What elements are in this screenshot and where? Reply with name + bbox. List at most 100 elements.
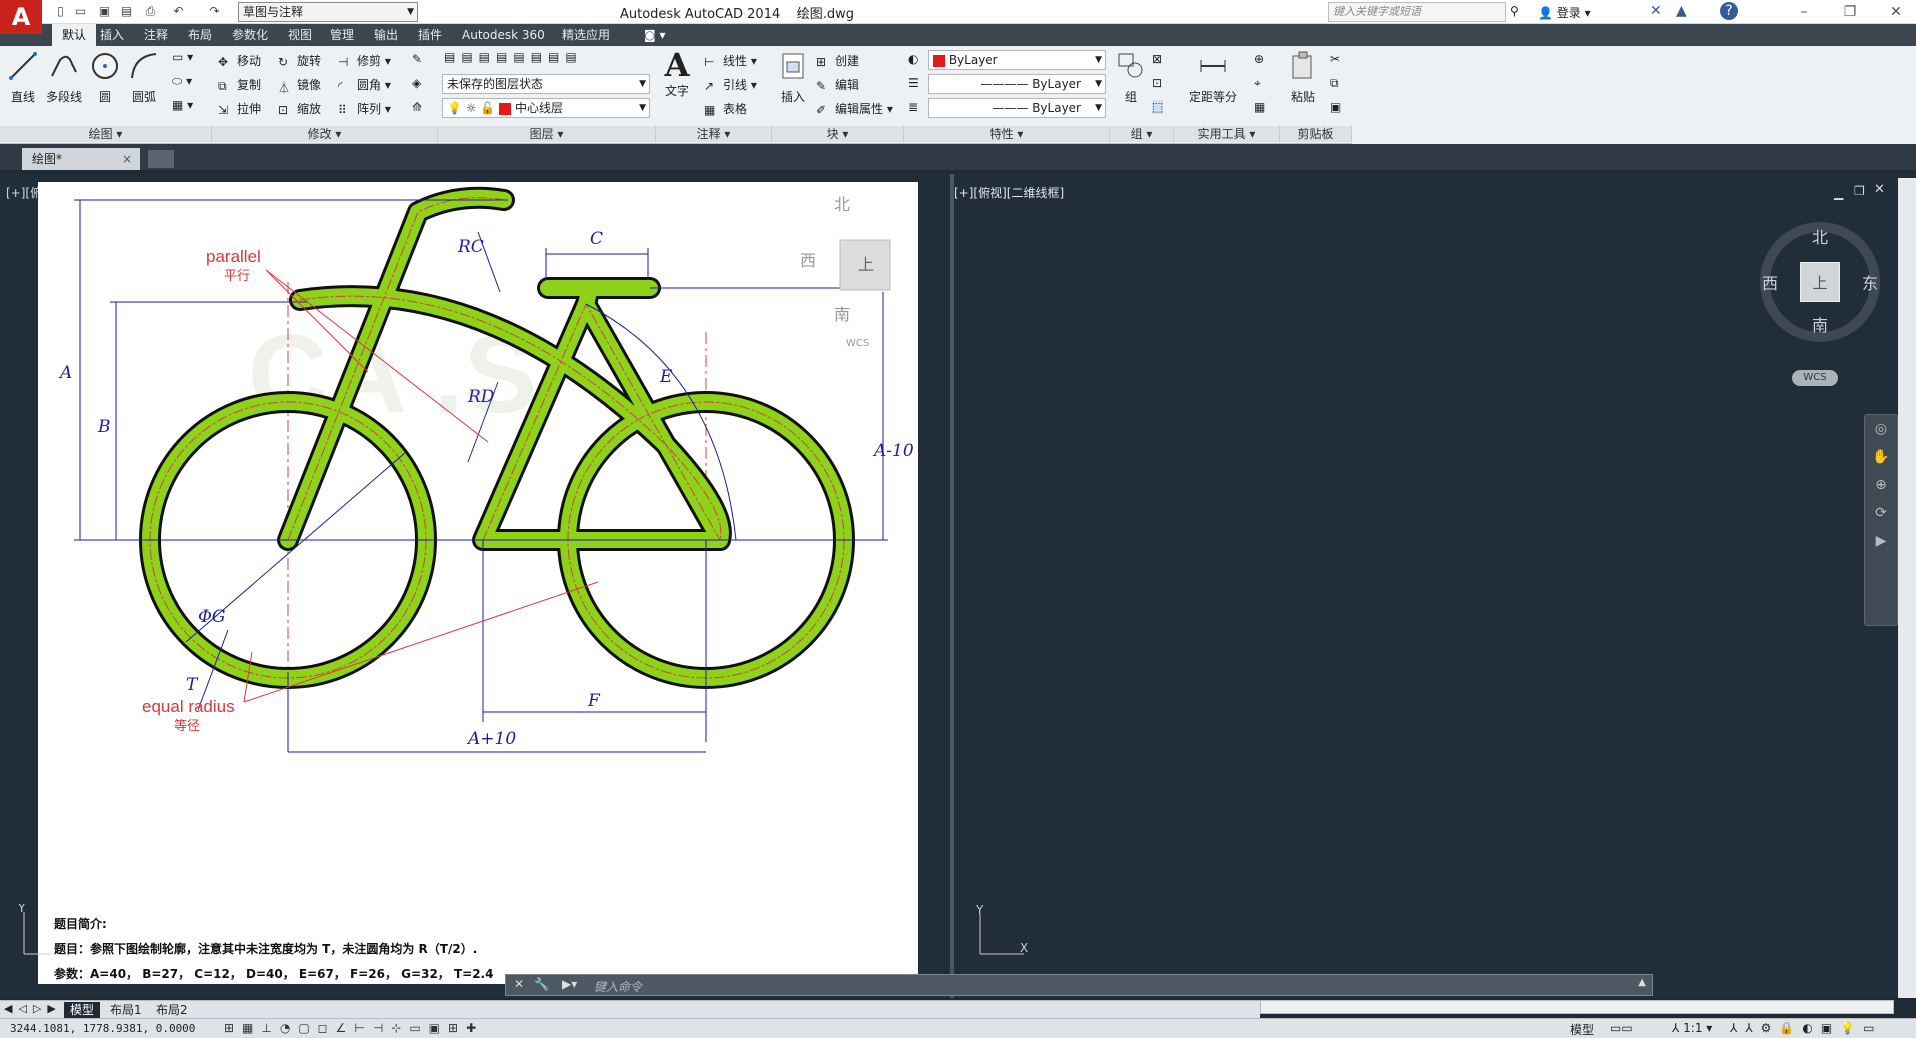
rotate-tool[interactable]: ↻ 旋转 [278,52,321,69]
edit-attr-tool[interactable]: ✐ 编辑属性 ▾ [816,100,893,117]
minimize-button[interactable]: – [1790,2,1818,22]
ellipse-icon[interactable]: ⬭ ▾ [172,74,192,89]
undo-icon[interactable]: ↶ [170,3,187,20]
viewcube-north[interactable]: 北 [1812,224,1828,248]
linear-dim-tool[interactable]: ⊢ 线性 ▾ [704,52,757,69]
viewport-minimize-icon[interactable]: ▁ [1834,186,1843,200]
coordinates-readout[interactable]: 3244.1081, 1778.9381, 0.0000 [10,1022,195,1035]
insert-block-tool[interactable]: 插入 [776,50,810,105]
tab-featured-apps[interactable]: 精选应用 [552,24,620,46]
drafting-toggles[interactable]: ⊞▦⊥◔▢◻∠⊢⊣⊹▭▣⊞✚ [224,1021,484,1035]
match-properties-icon[interactable]: ◐ [908,52,918,66]
annotation-scale[interactable]: ⅄ 1:1 ▾ [1672,1021,1712,1035]
erase-icon[interactable]: ✎ [412,52,422,66]
save-as-icon[interactable]: ▤ [118,3,135,20]
tab-insert[interactable]: 插入 [90,24,134,46]
tab-autodesk360[interactable]: Autodesk 360 [452,24,555,46]
autocad-logo[interactable]: A [0,0,42,34]
horizontal-scrollbar[interactable] [1260,1000,1894,1014]
calculator-icon[interactable]: ▦ [1254,100,1265,114]
vertical-scrollbar[interactable] [1898,178,1916,998]
navigation-bar[interactable]: ◎ ✋ ⊕ ⟳ ▶ [1864,414,1898,626]
binoculars-icon[interactable]: ⚲ [1510,4,1519,18]
lineweight-dropdown[interactable]: ——— ByLayer ▼ [928,98,1106,118]
tab-layout2[interactable]: 布局2 [150,1002,194,1018]
panel-groups[interactable]: 组 ▾ [1110,126,1174,142]
viewcube[interactable]: 上 北 南 西 东 [1760,222,1880,342]
search-input[interactable]: 键入关键字或短语 [1328,2,1506,22]
layout-quickview-icon[interactable]: ▭▭ [1610,1021,1633,1035]
showmotion-icon[interactable]: ▶ [1865,527,1897,555]
command-line[interactable]: ✕ 🔧 ▶▾ 键入命令 ▲ [505,974,1653,996]
linetype-dropdown[interactable]: ———— ByLayer ▼ [928,74,1106,94]
command-history-icon[interactable]: ▲ [1638,977,1646,988]
new-tab-button[interactable] [148,150,174,168]
camera-icon[interactable]: ◙ ▾ [634,24,675,46]
wcs-menu[interactable]: WCS [1792,370,1838,386]
tab-view[interactable]: 视图 [278,24,322,46]
stretch-tool[interactable]: ⇲ 拉伸 [218,100,261,117]
tab-plugins[interactable]: 插件 [408,24,452,46]
trim-tool[interactable]: ⊣ 修剪 ▾ [338,52,391,69]
close-icon[interactable]: × [122,148,132,170]
tab-model[interactable]: 模型 [64,1002,101,1018]
tab-manage[interactable]: 管理 [320,24,364,46]
viewport-left-label[interactable]: [+][俯 [6,184,42,201]
panel-modify[interactable]: 修改 ▾ [212,126,438,142]
tab-output[interactable]: 输出 [364,24,408,46]
group-edit-icon[interactable]: ⊡ [1152,76,1162,90]
panel-draw[interactable]: 绘图 ▾ [0,126,212,142]
print-icon[interactable]: ⎙ [142,3,159,20]
measure-tool[interactable]: 定距等分 [1186,50,1240,105]
save-icon[interactable]: ▣ [96,3,113,20]
pan-icon[interactable]: ✋ [1865,443,1897,471]
viewport-left[interactable]: [+][俯 CA .S A B C RC RD E F ΦG T A-10 A+… [0,174,952,998]
panel-properties[interactable]: 特性 ▾ [904,126,1110,142]
mirror-tool[interactable]: ⏃ 镜像 [278,76,321,95]
new-file-icon[interactable]: ▯ [52,3,69,20]
login-button[interactable]: 👤 登录 ▾ [1538,4,1591,21]
color-dropdown[interactable]: ByLayer ▼ [928,50,1106,70]
tab-layout[interactable]: 布局 [178,24,222,46]
close-icon[interactable]: ✕ [514,977,524,991]
model-space-button[interactable]: 模型 [1570,1021,1594,1038]
status-tray-icons[interactable]: ⅄⅄⚙🔒◐▣💡▭ [1730,1021,1882,1035]
restore-button[interactable]: ❐ [1836,2,1864,22]
command-input[interactable]: 键入命令 [594,978,642,995]
panel-layers[interactable]: 图层 ▾ [438,126,656,142]
layer-dropdown[interactable]: 💡 ☼ 🔓 中心线层 ▼ [442,98,650,118]
line-tool[interactable]: 直线 [4,50,42,105]
scale-tool[interactable]: ⊡ 缩放 [278,100,321,117]
group-tool[interactable]: 组 [1114,50,1148,105]
hatch-icon[interactable]: ▦ ▾ [172,98,193,112]
circle-tool[interactable]: 圆 [88,50,122,105]
workspace-selector[interactable]: 草图与注释 ▼ [238,2,418,22]
edit-block-tool[interactable]: ✎ 编辑 [816,76,859,93]
viewcube-top-face[interactable]: 上 [1800,262,1840,302]
viewport-restore-icon[interactable]: ❐ [1854,184,1865,198]
layer-state-dropdown[interactable]: 未保存的图层状态 ▼ [442,74,650,94]
autodesk-icon[interactable]: ▲ [1676,3,1687,19]
copy-tool[interactable]: ⧉ 复制 [218,76,261,93]
viewport-right[interactable]: [+][俯视][二维线框] ▁ ❐ ✕ 上 北 南 西 东 WCS YX [954,174,1916,998]
quick-select-icon[interactable]: ⊕ [1254,52,1264,66]
id-point-icon[interactable]: ⌖ [1254,76,1261,91]
array-tool[interactable]: ⠿ 阵列 ▾ [338,100,391,117]
redo-icon[interactable]: ↷ [206,3,223,20]
explode-icon[interactable]: ◈ [412,76,421,90]
layer-tools-row[interactable]: ▤▤▤▤▤▤▤▤ [444,50,583,64]
tab-annotate[interactable]: 注释 [134,24,178,46]
wrench-icon[interactable]: 🔧 [534,977,549,991]
panel-utilities[interactable]: 实用工具 ▾ [1174,126,1280,142]
match-clip-icon[interactable]: ▣ [1330,100,1341,114]
move-tool[interactable]: ✥ 移动 [218,52,261,69]
viewport-right-label[interactable]: [+][俯视][二维线框] [954,184,1064,201]
paste-tool[interactable]: 粘贴 [1286,50,1320,105]
viewport-close-icon[interactable]: ✕ [1874,182,1885,197]
close-button[interactable]: ✕ [1882,2,1910,22]
arc-tool[interactable]: 圆弧 [126,50,162,105]
viewcube-west[interactable]: 西 [1762,270,1778,294]
ungroup-icon[interactable]: ⊠ [1152,52,1162,66]
viewcube-south[interactable]: 南 [1812,312,1828,336]
viewcube-east[interactable]: 东 [1862,270,1878,294]
